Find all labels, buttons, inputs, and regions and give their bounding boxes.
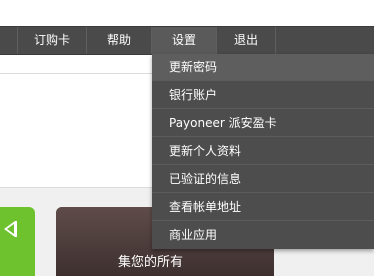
top-navbar: 订购卡 帮助 设置 退出: [0, 26, 374, 55]
settings-dropdown-menu: 更新密码 银行账户 Payoneer 派安盈卡 更新个人资料 已验证的信息 查看…: [152, 54, 374, 249]
nav-item-partial[interactable]: [0, 27, 16, 54]
nav-item-order-card[interactable]: 订购卡: [17, 27, 86, 54]
nav-item-label: 退出: [233, 33, 258, 47]
menu-item-label: 银行账户: [169, 88, 218, 102]
menu-item-billing-address[interactable]: 查看帐单地址: [152, 194, 374, 221]
menu-item-verified-info[interactable]: 已验证的信息: [152, 166, 374, 193]
arrow-left-icon-bar: [15, 221, 17, 237]
menu-item-label: 查看帐单地址: [169, 200, 242, 214]
nav-item-help[interactable]: 帮助: [86, 27, 151, 54]
menu-item-label: 更新个人资料: [169, 144, 242, 158]
menu-item-update-profile[interactable]: 更新个人资料: [152, 138, 374, 165]
menu-item-label: 已验证的信息: [169, 172, 242, 186]
menu-item-bank-account[interactable]: 银行账户: [152, 82, 374, 109]
menu-item-business-apps[interactable]: 商业应用: [152, 222, 374, 249]
menu-item-label: 商业应用: [169, 228, 218, 242]
promo-caption: 集您的所有: [118, 255, 184, 270]
nav-item-logout[interactable]: 退出: [216, 27, 275, 54]
menu-item-payoneer-card[interactable]: Payoneer 派安盈卡: [152, 110, 374, 137]
nav-item-blank: [275, 27, 374, 54]
carousel-prev-button[interactable]: [0, 207, 35, 276]
menu-item-label: 更新密码: [169, 60, 218, 74]
nav-item-label: 设置: [171, 33, 196, 47]
nav-item-settings[interactable]: 设置: [151, 27, 216, 54]
nav-item-label: 帮助: [106, 33, 131, 47]
menu-item-update-password[interactable]: 更新密码: [152, 54, 374, 81]
nav-item-label: 订购卡: [33, 33, 70, 47]
arrow-left-icon: [4, 221, 15, 237]
menu-item-label: Payoneer 派安盈卡: [169, 116, 277, 130]
